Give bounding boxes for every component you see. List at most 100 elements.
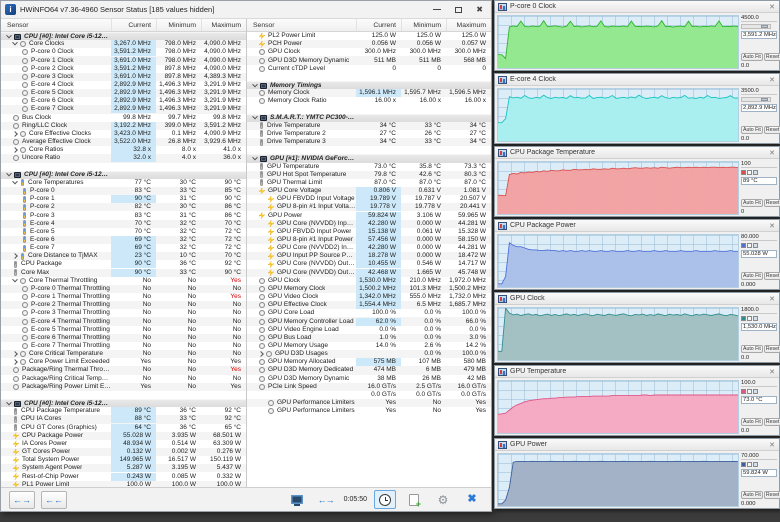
legend-series-swatch[interactable]: [741, 316, 746, 321]
sensor-row[interactable]: GPU Clock 300.0 MHz 300.0 MHz 300.0 MHz: [247, 48, 491, 56]
sensor-row[interactable]: Core Distance to TjMAX 23 °C 10 °C 70 °C: [1, 252, 246, 261]
sensor-row[interactable]: GPU Clock 1,530.0 MHz 210.0 MHz 1,972.0 MHz: [247, 276, 491, 285]
reset-button[interactable]: Reset: [763, 199, 780, 207]
graph-titlebar[interactable]: CPU Package Temperature ✕: [495, 147, 779, 159]
sensor-row[interactable]: E-core 4 Clock 2,892.9 MHz 1,496.3 MHz 3,29…: [1, 81, 246, 90]
sensor-row[interactable]: GPU Core Load 100.0 % 0.0 % 100.0 %: [247, 309, 491, 317]
column-minimum[interactable]: Minimum: [156, 19, 201, 31]
sensor-row[interactable]: Drive Temperature 3 34 °C 33 °C 34 °C: [247, 138, 491, 147]
sensor-row[interactable]: GPU Temperature 73.0 °C 35.8 °C 73.3 °C: [247, 163, 491, 171]
sensor-row[interactable]: E-core 6 Clock 2,892.9 MHz 1,496.3 MHz 3,29…: [1, 97, 246, 106]
expand-icon[interactable]: [12, 351, 18, 358]
expand-icon[interactable]: [12, 39, 18, 46]
sensor-row[interactable]: GPU Performance Limiters Yes No Yes: [247, 399, 491, 408]
sensor-row[interactable]: CPU Package Temperature 89 °C 36 °C 92 °C: [1, 407, 246, 416]
sensor-row[interactable]: Package/Ring Thermal Throttling No No Yes: [1, 366, 246, 375]
sensor-row[interactable]: GPU D3D Memory Dedicated 474 MB 6 MB 479 MB: [247, 366, 491, 375]
graph-titlebar[interactable]: GPU Power ✕: [495, 439, 779, 451]
legend-swatch[interactable]: [747, 243, 752, 248]
sensor-row[interactable]: Package/Ring Critical Temperature No No No: [1, 375, 246, 383]
auto-fit-button[interactable]: Auto Fit: [741, 126, 763, 134]
sync-button[interactable]: ←→: [315, 490, 337, 509]
sensor-row[interactable]: Core Thermal Throttling No No Yes: [1, 276, 246, 285]
sensor-row[interactable]: Ring/LLC Clock 3,192.2 MHz 399.0 MHz 3,591.…: [1, 121, 246, 130]
sensor-row[interactable]: Drive Temperature 2 27 °C 26 °C 27 °C: [247, 130, 491, 138]
sensor-row[interactable]: GPU Hot Spot Temperature 79.8 °C 42.6 °C 80…: [247, 170, 491, 179]
expand-icon[interactable]: [12, 253, 18, 260]
sensor-row[interactable]: PCIe Link Speed 16.0 GT/s 2.5 GT/s 16.0 GT/…: [247, 382, 491, 391]
sensor-row[interactable]: GPU Effective Clock 1,554.4 MHz 6.5 MHz 1,6…: [247, 301, 491, 310]
sensor-row[interactable]: Core Ratios 32.8 x 8.0 x 41.0 x: [1, 146, 246, 155]
graph-plot-area[interactable]: [497, 307, 739, 361]
sensor-row[interactable]: GPU Core (NVVDD) Output Power10.455 W 0.5…: [247, 260, 491, 269]
legend-swatch[interactable]: [747, 170, 752, 175]
graph-titlebar[interactable]: P-core 0 Clock ✕: [495, 1, 779, 13]
swap-columns-button[interactable]: ←→: [9, 490, 35, 509]
sensor-row[interactable]: Current cTDP Level 0 0 0: [247, 65, 491, 73]
sensor-row[interactable]: Core Effective Clocks 3,423.0 MHz 0.1 MHz 4…: [1, 129, 246, 138]
sensor-row[interactable]: Uncore Ratio 32.0 x 4.0 x 36.0 x: [1, 154, 246, 163]
column-maximum[interactable]: Maximum: [446, 19, 491, 31]
sensor-row[interactable]: GPU Thermal Limit 87.0 °C 87.0 °C 87.0 °C: [247, 179, 491, 187]
sensor-row[interactable]: GPU Memory Allocated 575 MB 107 MB 580 MB: [247, 358, 491, 367]
graph-titlebar[interactable]: GPU Temperature ✕: [495, 366, 779, 378]
sensor-row[interactable]: E-core 4 70 °C 32 °C 70 °C: [1, 219, 246, 228]
sensor-row[interactable]: P-core 3 83 °C 31 °C 86 °C: [1, 211, 246, 220]
legend-series-swatch[interactable]: [741, 243, 746, 248]
graph-zoom-slider[interactable]: [741, 97, 771, 102]
sensor-row[interactable]: Total System Power 149.965 W 16.517 W 150.1…: [1, 456, 246, 465]
expand-icon[interactable]: [12, 178, 18, 185]
collapse-icon[interactable]: [252, 113, 258, 120]
expand-icon[interactable]: [12, 276, 18, 283]
sensor-row[interactable]: Core Power Limit Exceeded Yes No Yes: [1, 358, 246, 366]
expand-icon[interactable]: [258, 351, 264, 358]
sensor-row[interactable]: P-core 1 Thermal Throttling No No Yes: [1, 293, 246, 301]
report-button[interactable]: [403, 490, 425, 509]
clock-button[interactable]: [374, 490, 396, 509]
section-row[interactable]: Memory Timings: [247, 80, 491, 90]
sensor-row[interactable]: P-core 3 Clock 3,691.0 MHz 897.8 MHz 4,389.…: [1, 72, 246, 81]
sensor-row[interactable]: GPU Performance Limiters Yes No Yes: [247, 407, 491, 415]
collapse-icon[interactable]: [6, 399, 12, 406]
sensor-row[interactable]: E-core 6 69 °C 32 °C 72 °C: [1, 235, 246, 245]
sensor-row[interactable]: E-core 4 Thermal Throttling No No No: [1, 317, 246, 326]
auto-fit-button[interactable]: Auto Fit: [741, 272, 763, 280]
legend-swatch[interactable]: [747, 462, 752, 467]
sensor-row[interactable]: GPU Power 59.824 W 3.106 W 59.965 W: [247, 211, 491, 220]
sensor-row[interactable]: CPU Package 90 °C 36 °C 92 °C: [1, 260, 246, 269]
sensor-row[interactable]: Bus Clock 99.8 MHz 99.7 MHz 99.8 MHz: [1, 114, 246, 122]
expand-icon[interactable]: [12, 131, 18, 137]
move-column-button[interactable]: ←←: [41, 490, 67, 509]
auto-fit-button[interactable]: Auto Fit: [741, 491, 763, 499]
auto-fit-button[interactable]: Auto Fit: [741, 53, 763, 61]
sensor-row[interactable]: E-core 7 69 °C 32 °C 72 °C: [1, 244, 246, 253]
graph-close-icon[interactable]: ✕: [769, 441, 775, 449]
close-icon[interactable]: ✖: [476, 5, 483, 14]
slider-handle[interactable]: [761, 25, 768, 28]
legend-swatch[interactable]: [753, 389, 758, 394]
sensor-row[interactable]: GPU Video Engine Load 0.0 % 0.0 % 0.0 %: [247, 326, 491, 334]
legend-swatch[interactable]: [753, 170, 758, 175]
legend-swatch[interactable]: [747, 389, 752, 394]
graph-close-icon[interactable]: ✕: [769, 76, 775, 84]
sensor-row[interactable]: GPU 8-pin #1 Input Voltage 19.778 V 19.778…: [247, 203, 491, 212]
legend-series-swatch[interactable]: [741, 462, 746, 467]
quit-button[interactable]: ✖: [461, 490, 483, 509]
graph-titlebar[interactable]: E-core 4 Clock ✕: [495, 74, 779, 86]
reset-button[interactable]: Reset: [763, 272, 780, 280]
auto-fit-button[interactable]: Auto Fit: [741, 418, 763, 426]
sensor-row[interactable]: GPU Core (NVVDD) Output Power42.468 W 1.6…: [247, 268, 491, 277]
sensor-row[interactable]: Core Max 90 °C 33 °C 90 °C: [1, 268, 246, 277]
sensor-row[interactable]: E-core 5 70 °C 32 °C 72 °C: [1, 228, 246, 236]
monitor-button[interactable]: [286, 490, 308, 509]
sensor-row[interactable]: GT Cores Power 0.132 W 0.002 W 0.276 W: [1, 447, 246, 457]
window-titlebar[interactable]: i HWiNFO64 v7.36-4960 Sensor Status [185…: [1, 1, 491, 19]
graph-close-icon[interactable]: ✕: [769, 368, 775, 376]
reset-button[interactable]: Reset: [763, 491, 780, 499]
graph-close-icon[interactable]: ✕: [769, 222, 775, 230]
sensor-row[interactable]: P-core 2 Thermal Throttling No No No: [1, 301, 246, 310]
graph-close-icon[interactable]: ✕: [769, 295, 775, 303]
sensor-row[interactable]: Memory Clock 1,596.1 MHz 1,595.7 MHz 1,596.…: [247, 89, 491, 98]
legend-swatch[interactable]: [747, 316, 752, 321]
sensor-row[interactable]: GPU FBVDD Input Power 15.138 W 0.061 W 15.3…: [247, 227, 491, 236]
